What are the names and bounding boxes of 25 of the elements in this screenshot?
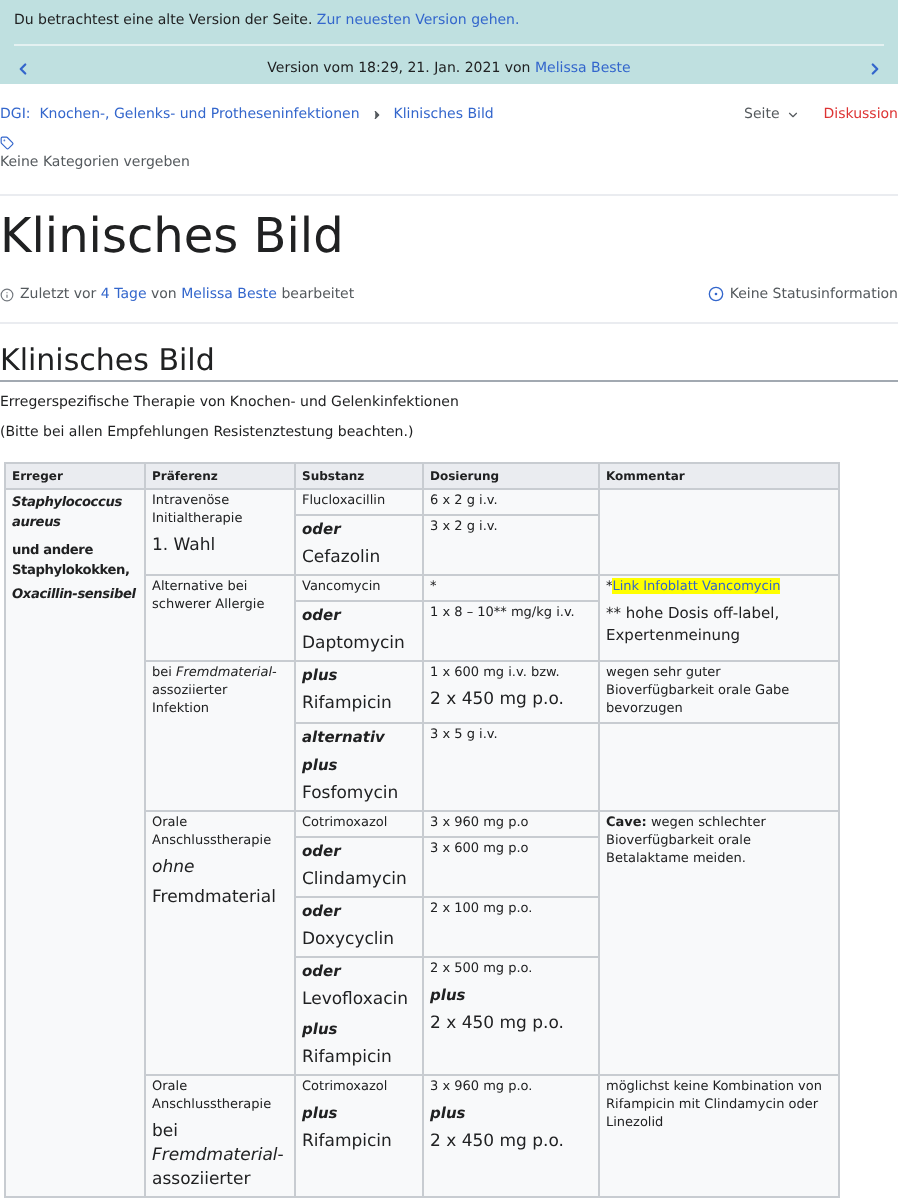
dosage-text: 2 x 450 mg p.o. [430,688,566,712]
preference-text: bei Fremdmaterial-assoziierter [152,1120,286,1192]
substance-text: Doxycyclin [302,928,397,952]
substance-text: Fosfomycin [302,782,401,806]
preference-text: ohne [152,856,197,880]
page-title: Klinisches Bild [0,206,346,266]
substance-text: Levofloxacin [302,988,411,1012]
tag-icon[interactable] [0,136,14,150]
dosage-text: 2 x 450 mg p.o. [430,1130,566,1154]
substance-text: Cefazolin [302,546,383,570]
next-icon[interactable] [866,59,884,77]
preference-text: Fremdmaterial [152,886,278,910]
substance-text: Rifampicin [302,1046,394,1070]
previous-icon[interactable] [14,59,32,77]
substance-text: Clindamycin [302,868,409,892]
section-heading: Klinisches Bild [0,342,898,382]
info-icon [0,287,14,301]
status-icon [707,286,724,302]
breadcrumb-separator-icon [369,107,384,121]
preference-text: 1. Wahl [152,534,218,558]
substance-text: Daptomycin [302,632,407,656]
dosage-text: 2 x 450 mg p.o. [430,1012,566,1036]
dropdown-icon [785,107,800,121]
substance-text: Rifampicin [302,692,394,716]
substance-text: Rifampicin [302,1130,394,1154]
